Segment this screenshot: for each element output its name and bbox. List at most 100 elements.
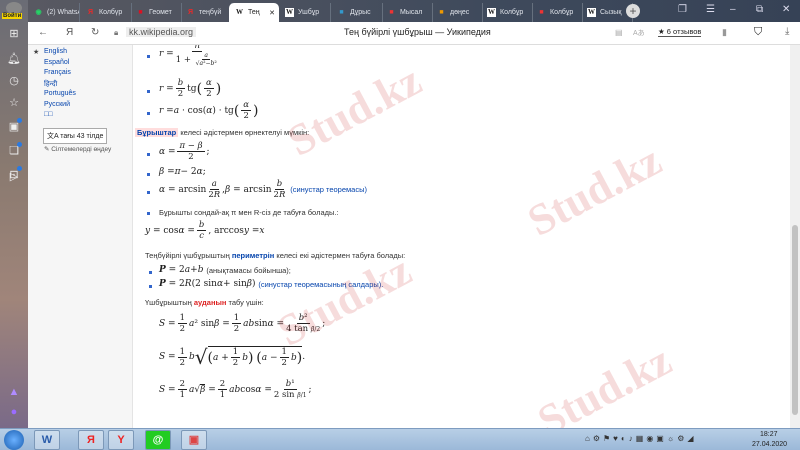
scrollbar[interactable] <box>790 45 800 428</box>
tab-9[interactable]: W Колбұр <box>481 3 533 22</box>
language-link[interactable]: Français <box>44 69 71 76</box>
bullet <box>149 285 152 288</box>
wikipedia-icon: W <box>487 8 496 17</box>
url-field[interactable]: kk.wikipedia.org <box>126 27 197 37</box>
b-icon: ■ <box>138 9 143 16</box>
yandex-icon: Я <box>87 9 94 16</box>
tab-label: Ушбұр <box>298 9 320 16</box>
page-title: Тең бүйірлі үшбұрыш — Уикипедия <box>344 27 491 37</box>
featured-star-icon: ★ <box>33 49 40 56</box>
play-icon[interactable]: ▷ <box>7 170 21 184</box>
arrow-icon: ■ <box>389 9 394 16</box>
mail-agent-taskbar-icon[interactable]: @ <box>145 430 171 450</box>
formula-r2: r = b 2 tg(α 2) <box>159 78 222 99</box>
tab-0[interactable]: ◉ (2) WhatsApp <box>28 3 80 22</box>
tab-label: Колбұр <box>550 9 574 16</box>
download-icon[interactable]: ⤓ <box>785 26 789 37</box>
bell-icon[interactable]: 🔔︎ <box>7 52 21 66</box>
bullet <box>147 55 150 58</box>
formula-s1: S = 1 2 a ² sin β = 1 2 ab sin α = b² 4 tan β/2; <box>159 313 326 334</box>
clock-time[interactable]: 18:27 <box>760 431 778 438</box>
word-taskbar-icon[interactable]: W <box>34 430 60 450</box>
clock-date[interactable]: 27.04.2020 <box>752 441 787 448</box>
protect-icon[interactable]: ⛉ <box>754 26 762 39</box>
tab-4[interactable]: W Тең ✕ <box>229 3 279 22</box>
close-window-button[interactable]: ✕ <box>782 4 790 15</box>
angles-intro-text: келесі әдістермен өрнектелуі мүмкін: <box>178 128 310 137</box>
history-icon[interactable]: ◷ <box>7 74 21 88</box>
perimeter-link[interactable]: периметрін <box>232 251 274 260</box>
bookmarks-star-icon[interactable]: ☆ <box>7 96 21 110</box>
tab-2[interactable]: ■ Геомет <box>130 3 182 22</box>
close-tab-icon[interactable]: ✕ <box>269 9 275 17</box>
browser-sidebar: Войти ⊞ 🔔︎ ◷ ☆ ▣ ❏ ⊡ ▷ ▲ ● <box>0 0 28 428</box>
tab-8[interactable]: ■ дөңес <box>431 3 483 22</box>
reader-icon[interactable]: ▤ <box>615 28 623 37</box>
lock-icon: 🔒︎ <box>114 28 119 37</box>
language-link[interactable]: English <box>44 48 67 55</box>
tab-label: Колбұр <box>500 9 524 16</box>
bullet <box>147 153 150 156</box>
collections-sidebar-icon[interactable]: ❏ <box>7 142 22 158</box>
wikipedia-icon: W <box>235 8 244 17</box>
wikipedia-icon: W <box>587 8 596 17</box>
tab-1[interactable]: Я Колбүр <box>80 3 132 22</box>
new-tab-button[interactable]: + <box>626 4 640 18</box>
tab-6[interactable]: ■ Дұрыс <box>331 3 383 22</box>
tab-label: Геомет <box>149 9 172 16</box>
edit-links-link[interactable]: ✎ Сілтемелерді өңдеу <box>44 145 111 153</box>
language-link[interactable]: □□ <box>44 111 52 118</box>
language-link[interactable]: Русский <box>44 101 70 108</box>
more-languages-button[interactable]: 文A тағы 43 тілде <box>43 128 108 144</box>
formula-arcsin: α = arcsin a 2R, β = arcsin b 2R (синустар т… <box>159 179 367 200</box>
angles-intro: Бұрыштар келесі әдістермен өрнектелуі мү… <box>135 128 309 137</box>
lens-icon[interactable]: ▣ <box>7 118 22 134</box>
tab-label: Сызық <box>600 9 622 16</box>
formula-cos: y = cos α = b c, arccos y = x <box>145 220 265 241</box>
wikipedia-icon: W <box>285 8 294 17</box>
sine-theorem-link[interactable]: (синустар теоремасы) <box>290 185 367 194</box>
tab-5[interactable]: W Ушбұр <box>279 3 331 22</box>
watermark: Stud.kz <box>269 245 420 356</box>
tab-3[interactable]: Ятеңбүй <box>180 3 232 22</box>
menu-icon[interactable]: ☰ <box>706 4 715 15</box>
angles-link[interactable]: Бұрыштар <box>135 128 179 137</box>
tab-label: Дұрыс <box>350 9 371 16</box>
tab-7[interactable]: ■ Мысал <box>381 3 433 22</box>
formula-r3: r = a · cos(α) · tg(α 2) <box>159 100 259 121</box>
translate-icon[interactable]: Aあ <box>633 28 645 38</box>
start-button[interactable] <box>4 430 24 450</box>
also-text: Бұрышты сондай-ақ π мен R-сіз де табуға … <box>159 208 339 217</box>
back-icon[interactable]: ← <box>38 27 48 38</box>
watermark: Stud.kz <box>529 335 680 428</box>
yandex-browser-taskbar-icon[interactable]: Y <box>108 430 134 450</box>
formula-r1: r = n 1 + a √a²−b² <box>159 45 221 67</box>
perimeter-intro: Теңбүйірлі үшбұрыштың периметрін келесі … <box>145 251 406 260</box>
language-link[interactable]: Português <box>44 90 76 97</box>
yandex-home-icon[interactable]: Я <box>66 27 73 38</box>
sine-consequence-link[interactable]: (синустар теоремасының салдары). <box>258 280 383 289</box>
minimize-button[interactable]: – <box>730 4 736 15</box>
system-tray-icons[interactable]: ⌂⚙⚑♥◐♪▦◉▣☼⚙◢ <box>585 434 697 443</box>
powerpoint-taskbar-icon[interactable]: ▣ <box>181 430 207 450</box>
tab-10[interactable]: ■ Колбұр <box>531 3 583 22</box>
login-button[interactable]: Войти <box>2 13 23 19</box>
tab-label: Тең <box>248 9 260 16</box>
watermark: Stud.kz <box>519 135 670 246</box>
alice-assistant-icon[interactable]: ● <box>7 405 21 419</box>
scrollbar-thumb[interactable] <box>792 225 798 415</box>
alice-icon[interactable]: ▲ <box>7 385 21 399</box>
language-link[interactable]: हिन्दी <box>44 80 57 89</box>
reviews-button[interactable]: ★ 6 отзывов <box>658 27 702 37</box>
formula-alpha1: α = π − β 2; <box>159 141 210 162</box>
reload-icon[interactable]: ↻ <box>91 27 99 38</box>
apps-icon[interactable]: ⊞ <box>7 27 21 41</box>
restore-button[interactable]: ⧉ <box>756 4 763 15</box>
language-link[interactable]: Español <box>44 59 69 66</box>
bullet <box>147 90 150 93</box>
area-link[interactable]: ауданын <box>194 298 227 307</box>
tab-label: дөңес <box>450 9 470 16</box>
yandex-taskbar-icon[interactable]: Я <box>78 430 104 450</box>
collections-icon[interactable]: ❐ <box>678 4 687 15</box>
bookmark-icon[interactable]: ▮ <box>722 27 727 38</box>
